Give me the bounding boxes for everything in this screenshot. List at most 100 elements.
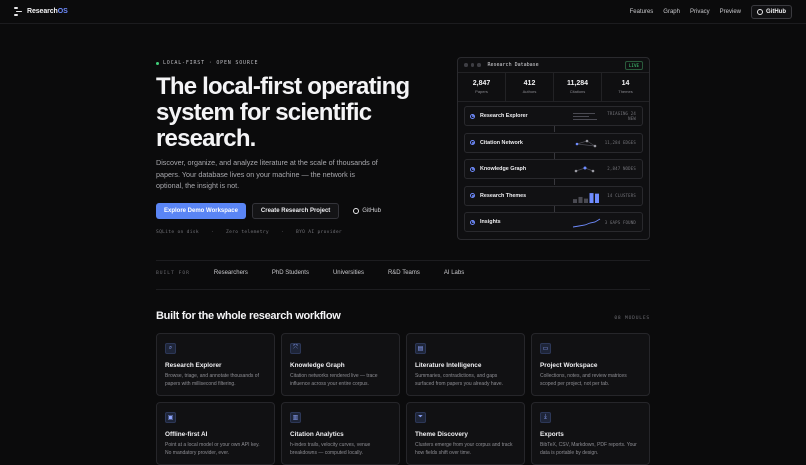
bars-preview-icon [573, 192, 599, 203]
module-meta: TRIAGING 24 NEW [607, 110, 636, 122]
feature-card-project-workspace[interactable]: ▭ Project Workspace Collections, notes, … [531, 333, 650, 396]
feature-card-citation-analytics[interactable]: ▥ Citation Analytics h-index trails, vel… [281, 402, 400, 465]
feature-card-desc: h-index trails, velocity curves, venue b… [290, 442, 371, 456]
stat-themes: 14 Themes [618, 80, 633, 94]
hero-cta-row: Explore Demo Workspace Create Research P… [156, 203, 389, 219]
feature-card-desc: Summaries, contradictions, and gaps surf… [415, 373, 504, 387]
nav-link-graph[interactable]: Graph [663, 9, 680, 15]
meta-separator: · [210, 230, 214, 235]
feature-card-title: Knowledge Graph [290, 362, 345, 369]
feature-card-desc: BibTeX, CSV, Markdown, PDF reports. Your… [540, 442, 637, 456]
create-project-button[interactable]: Create Research Project [251, 203, 340, 219]
stat-authors: 412 Authors [506, 73, 554, 101]
research-database-panel: Research Database LIVE 2,847 Papers 412 Au… [457, 57, 650, 240]
feature-card-research-explorer[interactable]: ⌕ Research Explorer Browse, triage, and … [156, 333, 275, 396]
window-dot-icon [470, 63, 474, 67]
module-radio-icon [470, 140, 475, 146]
nav-link-features[interactable]: Features [630, 9, 654, 15]
module-research-explorer[interactable]: Research Explorer TRIAGING 24 NEW [464, 106, 643, 126]
audience-rd-teams: R&D Teams [387, 270, 420, 276]
feature-card-knowledge-graph[interactable]: ⤧ Knowledge Graph Citation networks rend… [281, 333, 400, 396]
graph-icon: ⤧ [290, 343, 301, 354]
logo-mark-icon [14, 7, 22, 16]
github-icon [353, 208, 360, 214]
folder-icon: ▭ [540, 343, 551, 354]
theme-bar [589, 192, 594, 203]
module-name: Research Themes [480, 192, 527, 199]
module-name: Insights [480, 219, 501, 226]
module-name: Knowledge Graph [480, 166, 527, 173]
feature-card-offline-ai[interactable]: ▣ Offline-first AI Point at a local mode… [156, 402, 275, 465]
theme-bar [578, 196, 583, 203]
hero-github-label: GitHub [362, 208, 381, 214]
section-divider [156, 260, 650, 261]
window-dot-icon [477, 63, 481, 67]
brand-name: ResearchOS [27, 8, 68, 15]
download-icon: ⤓ [540, 412, 551, 423]
audience-ai-labs: AI Labs [443, 270, 465, 276]
module-knowledge-graph[interactable]: Knowledge Graph 2,847 NODES [464, 159, 643, 180]
theme-bar [595, 193, 599, 203]
stat-papers: 2,847 Papers [458, 73, 506, 101]
feature-card-title: Exports [540, 431, 564, 438]
connector-line [554, 153, 555, 159]
hero-subtitle: Discover, organize, and analyze literatu… [156, 158, 378, 190]
module-meta: 2,847 NODES [607, 166, 636, 172]
feature-card-title: Project Workspace [540, 362, 598, 369]
explore-demo-button[interactable]: Explore Demo Workspace [156, 203, 246, 219]
hero-title: The local-first operating system for sci… [156, 73, 410, 152]
feature-card-title: Literature Intelligence [415, 362, 482, 369]
live-badge: LIVE [624, 60, 643, 70]
nav-github-label: GitHub [766, 9, 786, 15]
feature-card-desc: Citation networks rendered live — trace … [290, 373, 378, 387]
feature-card-theme-discovery[interactable]: ⏷ Theme Discovery Clusters emerge from y… [406, 402, 525, 465]
hero-github-button[interactable]: GitHub [345, 204, 389, 218]
module-meta: 11,284 EDGES [604, 139, 636, 145]
audience-phd-students: PhD Students [271, 270, 309, 276]
stat-citations: 11,284 Citations [554, 73, 602, 101]
connector-line [554, 126, 555, 132]
module-citation-network[interactable]: Citation Network 11,284 EDGES [464, 132, 643, 153]
meta-telemetry: Zero telemetry [226, 230, 269, 235]
feature-card-desc: Clusters emerge from your corpus and tra… [415, 442, 513, 456]
modules-count: 08 MODULES [614, 316, 650, 321]
connector-line [554, 179, 555, 185]
module-radio-icon [470, 219, 475, 225]
theme-bar [584, 198, 588, 203]
feature-card-desc: Collections, notes, and review matrices … [540, 373, 627, 387]
feature-card-title: Research Explorer [165, 362, 222, 369]
section-divider [156, 289, 650, 290]
module-research-themes[interactable]: Research Themes 14 CLUSTERS [464, 185, 643, 206]
module-name: Citation Network [480, 139, 523, 146]
built-for-label: BUILT FOR [156, 270, 190, 276]
module-name: Research Explorer [480, 113, 528, 119]
filter-icon: ⏷ [415, 412, 426, 423]
nav-links: Features Graph Privacy Preview GitHub [630, 5, 792, 19]
nav-github-button[interactable]: GitHub [751, 5, 792, 19]
status-dot-icon [156, 61, 159, 65]
github-icon [757, 9, 763, 15]
brand-logo[interactable]: ResearchOS [14, 7, 68, 16]
feature-card-literature-intelligence[interactable]: ▤ Literature Intelligence Summaries, con… [406, 333, 525, 396]
chart-icon: ▥ [290, 412, 301, 423]
book-icon: ▤ [415, 343, 426, 354]
network-preview-icon [575, 139, 597, 147]
nav-link-preview[interactable]: Preview [720, 9, 741, 15]
feature-card-exports[interactable]: ⤓ Exports BibTeX, CSV, Markdown, PDF rep… [531, 402, 650, 465]
feature-card-desc: Point at a local model or your own API k… [165, 442, 260, 456]
graph-preview-icon [574, 166, 595, 173]
meta-separator: · [280, 230, 284, 235]
nav-link-privacy[interactable]: Privacy [690, 9, 710, 15]
module-radio-icon [470, 113, 475, 119]
top-nav: ResearchOS Features Graph Privacy Previe… [0, 0, 806, 24]
db-modules: Research Explorer TRIAGING 24 NEW Citati… [458, 102, 649, 239]
module-insights[interactable]: Insights 3 GAPS FOUND [464, 212, 643, 233]
built-for-row: BUILT FOR Researchers PhD Students Unive… [156, 270, 464, 276]
meta-ai-provider: BYO AI provider [296, 230, 342, 235]
connector-line [554, 206, 555, 212]
trend-preview-icon [573, 218, 601, 228]
feature-card-title: Theme Discovery [415, 431, 468, 438]
feature-grid: ⌕ Research Explorer Browse, triage, and … [156, 333, 650, 465]
db-stats: 2,847 Papers 412 Authors 11,284 Citations 1… [458, 73, 649, 102]
module-meta: 14 CLUSTERS [607, 193, 636, 199]
